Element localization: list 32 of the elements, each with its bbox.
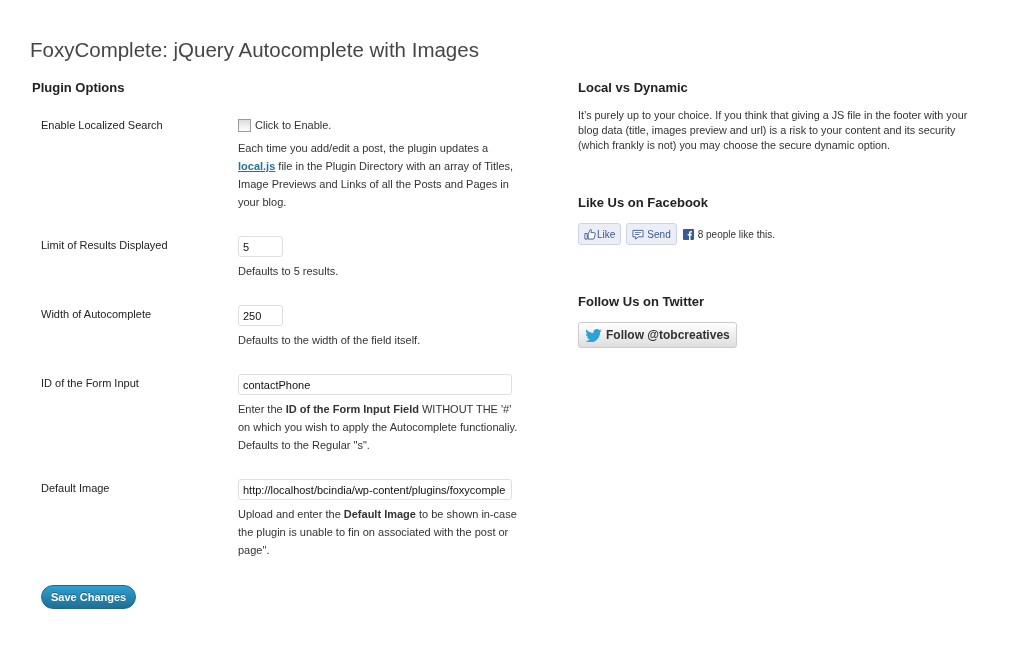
section-heading: Plugin Options <box>32 79 126 97</box>
description-text: Upload and enter the Default Image to be shown in-case the plugin is unable to fin on associated with the post or page". <box>238 507 518 558</box>
field-label: Limit of Results Displayed <box>41 238 168 253</box>
section-heading: Local vs Dynamic <box>578 79 689 97</box>
page-title: FoxyComplete: jQuery Autocomplete with Images <box>30 37 480 63</box>
f-logo-icon <box>682 228 694 240</box>
like-button[interactable]: Like <box>578 223 622 245</box>
info-text: It’s purely up to your choice. If you think that giving a JS file in the footer with your blog data (title, images preview and url) is a risk to your content and its security (which frankly is not) you may choose the secure dynamic option. <box>578 108 969 153</box>
input-field[interactable]: 5 <box>238 236 283 257</box>
input-field[interactable]: contactPhone <box>238 374 512 395</box>
field-label: Default Image <box>41 481 110 496</box>
field-label: Enable Localized Search <box>41 118 163 133</box>
field-label: Width of Autocomplete <box>41 307 152 322</box>
description-text: Defaults to 5 results. <box>238 264 340 279</box>
description-text: Defaults to the width of the field itself. <box>238 333 422 348</box>
thumbs-up-icon <box>584 228 596 240</box>
speech-bubble-icon <box>632 228 645 240</box>
description-text: Enter the ID of the Form Input Field WITHOUT THE '#' on which you wish to apply the Autocomplete functionaliy. Defaults to the Regular "s". <box>238 402 519 453</box>
checkbox[interactable] <box>238 118 251 132</box>
save-button[interactable]: Save Changes <box>41 585 137 610</box>
description-text: Each time you add/edit a post, the plugin updates a local.js file in the Plugin Directory with an array of Titles, Image Previews and Links of all the Posts and Pages in your blog. <box>238 141 515 210</box>
follow-button[interactable]: Follow @tobcreatives <box>578 322 737 348</box>
section-heading: Like Us on Facebook <box>578 194 710 212</box>
bird-icon <box>585 328 602 342</box>
like-count-text: 8 people like this. <box>697 227 775 242</box>
field-label: ID of the Form Input <box>41 376 139 391</box>
file-link[interactable]: local.js <box>238 160 276 172</box>
section-heading: Follow Us on Twitter <box>578 293 706 311</box>
input-field[interactable]: 250 <box>238 305 283 326</box>
send-button[interactable]: Send <box>626 223 677 245</box>
checkbox-label: Click to Enable. <box>255 118 332 133</box>
input-field[interactable]: http://localhost/bcindia/wp-content/plugins/foxycomple <box>238 479 512 500</box>
